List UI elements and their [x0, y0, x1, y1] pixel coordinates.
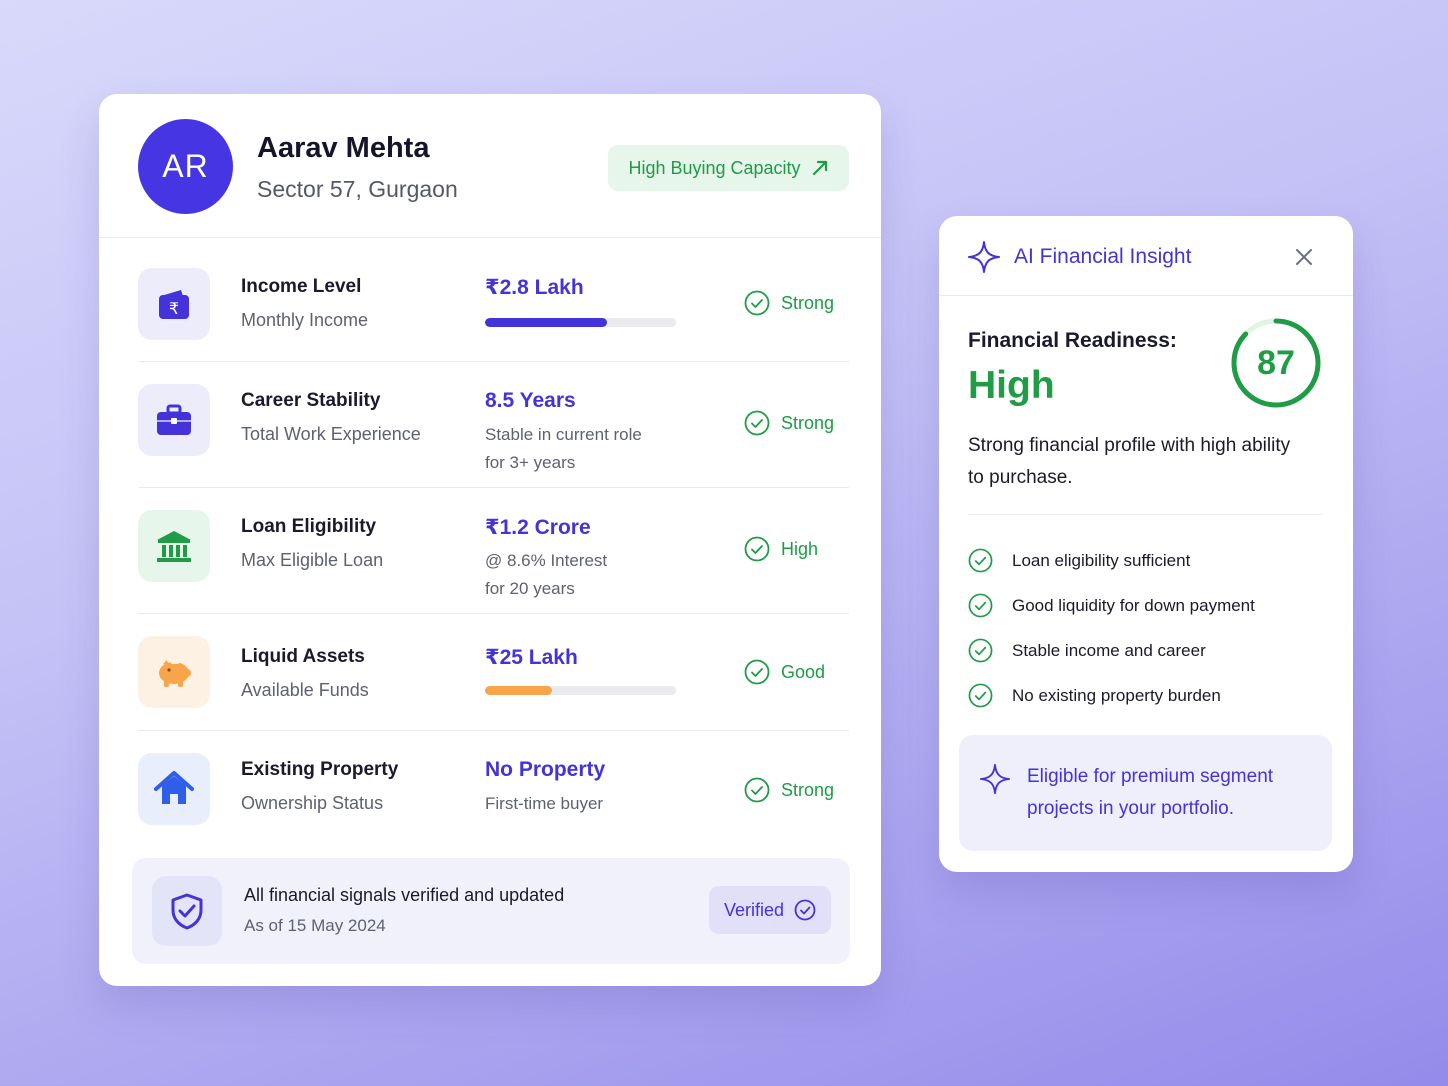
shield-check-icon	[152, 876, 222, 946]
profile-header: AR Aarav Mehta Sector 57, Gurgaon High B…	[99, 94, 881, 238]
buying-capacity-badge: High Buying Capacity	[608, 145, 849, 191]
status-label: Strong	[781, 412, 835, 433]
verified-label: Verified	[723, 899, 785, 920]
row-note-line-1: @ 8.6% Interest	[485, 551, 608, 570]
customer-name: Aarav Mehta	[257, 132, 430, 164]
check-circle-icon	[744, 290, 770, 316]
status-indicator: High	[744, 536, 818, 562]
check-circle-icon	[968, 683, 993, 708]
row-value: ₹1.2 Crore	[485, 516, 591, 539]
row-value: ₹2.8 Lakh	[485, 276, 584, 299]
check-circle-icon	[968, 593, 993, 618]
career-stability-row: Career Stability Total Work Experience 8…	[138, 362, 849, 488]
loan-eligibility-row: Loan Eligibility Max Eligible Loan ₹1.2 …	[138, 488, 849, 614]
liquid-assets-progress-fill	[485, 686, 552, 695]
check-circle-icon	[744, 410, 770, 436]
row-subtitle: Max Eligible Loan	[241, 550, 384, 570]
row-title: Liquid Assets	[241, 646, 365, 667]
readiness-level: High	[968, 364, 1055, 407]
house-icon	[138, 753, 210, 825]
list-item-label: Stable income and career	[1012, 640, 1206, 660]
row-subtitle: Available Funds	[241, 680, 369, 700]
readiness-score: 87	[1257, 343, 1295, 382]
income-progress-fill	[485, 318, 608, 327]
status-indicator: Strong	[744, 290, 834, 316]
list-item-label: No existing property burden	[1012, 685, 1221, 705]
status-indicator: Strong	[744, 777, 834, 803]
bank-icon	[138, 510, 210, 582]
income-progress-bar	[485, 318, 676, 327]
row-note-line-1: Stable in current role	[485, 425, 642, 444]
trend-up-arrow-icon	[812, 160, 827, 176]
row-value: ₹25 Lakh	[485, 646, 578, 669]
list-item: No existing property burden	[968, 673, 1255, 718]
sparkle-icon	[968, 241, 1000, 273]
insight-header: AI Financial Insight	[939, 216, 1353, 296]
list-item: Stable income and career	[968, 628, 1255, 673]
income-level-row: ₹ Income Level Monthly Income ₹2.8 Lakh …	[138, 238, 849, 362]
row-subtitle: Total Work Experience	[241, 424, 421, 444]
wallet-rupee-icon: ₹	[138, 268, 210, 340]
insight-title: AI Financial Insight	[1014, 245, 1192, 268]
verification-panel: All financial signals verified and updat…	[132, 858, 850, 964]
list-item: Loan eligibility sufficient	[968, 538, 1255, 583]
row-note-line-2: for 20 years	[485, 579, 575, 598]
premium-eligibility-callout: Eligible for premium segment projects in…	[959, 735, 1332, 851]
row-value: 8.5 Years	[485, 389, 576, 412]
liquid-assets-progress-bar	[485, 686, 676, 695]
verified-badge[interactable]: Verified	[709, 886, 831, 934]
list-item-label: Loan eligibility sufficient	[1012, 550, 1191, 570]
row-note: @ 8.6% Interest for 20 years	[485, 547, 607, 603]
status-label: High	[781, 538, 819, 559]
status-label: Strong	[781, 779, 835, 800]
close-icon[interactable]	[1293, 246, 1315, 268]
insight-checklist: Loan eligibility sufficient Good liquidi…	[968, 538, 1255, 718]
svg-text:₹: ₹	[169, 299, 179, 318]
premium-eligibility-text: Eligible for premium segment projects in…	[1027, 766, 1274, 819]
avatar: AR	[138, 119, 233, 214]
row-title: Career Stability	[241, 390, 381, 411]
piggy-bank-icon	[138, 636, 210, 708]
list-item-label: Good liquidity for down payment	[1012, 595, 1255, 615]
insight-description: Strong financial profile with high abili…	[968, 435, 1291, 488]
status-indicator: Strong	[744, 410, 834, 436]
financial-profile-card: AR Aarav Mehta Sector 57, Gurgaon High B…	[99, 94, 881, 986]
status-label: Strong	[781, 292, 835, 313]
check-circle-icon	[794, 899, 816, 921]
existing-property-row: Existing Property Ownership Status No Pr…	[138, 731, 849, 849]
customer-location: Sector 57, Gurgaon	[257, 176, 458, 202]
buying-capacity-label: High Buying Capacity	[628, 157, 801, 178]
check-circle-icon	[968, 548, 993, 573]
check-circle-icon	[968, 638, 993, 663]
check-circle-icon	[744, 777, 770, 803]
row-title: Existing Property	[241, 759, 399, 780]
briefcase-icon	[138, 384, 210, 456]
ai-insight-card: AI Financial Insight Financial Readiness…	[939, 216, 1353, 872]
row-subtitle: Ownership Status	[241, 793, 384, 813]
divider	[968, 514, 1322, 515]
row-title: Income Level	[241, 276, 362, 297]
row-note-line-2: for 3+ years	[485, 453, 576, 472]
row-subtitle: Monthly Income	[241, 310, 369, 330]
verification-date: As of 15 May 2024	[244, 916, 386, 935]
row-note: First-time buyer	[485, 794, 604, 813]
sparkle-icon	[979, 763, 1011, 795]
status-indicator: Good	[744, 659, 825, 685]
row-note: Stable in current role for 3+ years	[485, 421, 642, 477]
row-value: No Property	[485, 758, 606, 781]
liquid-assets-row: Liquid Assets Available Funds ₹25 Lakh G…	[138, 614, 849, 731]
list-item: Good liquidity for down payment	[968, 583, 1255, 628]
check-circle-icon	[744, 659, 770, 685]
status-label: Good	[781, 661, 826, 682]
verification-title: All financial signals verified and updat…	[244, 885, 565, 905]
readiness-label: Financial Readiness:	[968, 329, 1177, 352]
row-title: Loan Eligibility	[241, 516, 377, 537]
check-circle-icon	[744, 536, 770, 562]
